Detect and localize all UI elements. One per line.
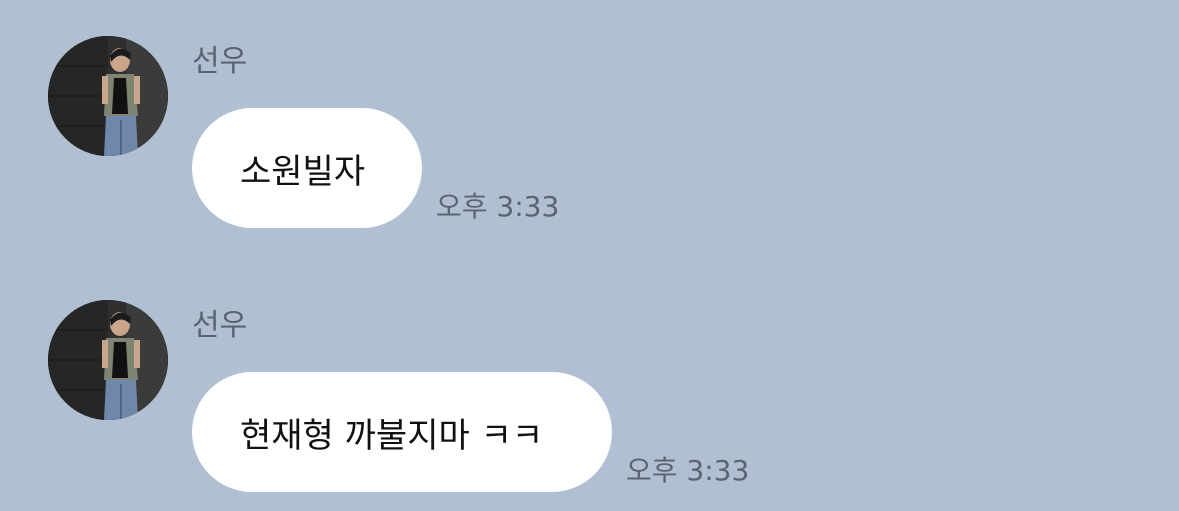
- message-timestamp: 오후 3:33: [626, 454, 750, 487]
- message-item: 선우 소원빌자 오후 3:33: [0, 0, 1179, 228]
- sender-name: 선우: [192, 308, 248, 343]
- sender-name: 선우: [192, 44, 248, 79]
- user-photo-avatar-icon: [48, 36, 168, 156]
- avatar[interactable]: [48, 36, 168, 156]
- message-timestamp: 오후 3:33: [436, 190, 560, 223]
- message-bubble[interactable]: 현재형 까불지마 ㅋㅋ: [192, 372, 612, 492]
- message-item: 선우 현재형 까불지마 ㅋㅋ 오후 3:33: [0, 264, 1179, 492]
- message-bubble[interactable]: 소원빌자: [192, 108, 422, 228]
- message-text: 소원빌자: [240, 151, 366, 192]
- avatar[interactable]: [48, 300, 168, 420]
- message-text: 현재형 까불지마 ㅋㅋ: [240, 415, 544, 456]
- chat-area[interactable]: 선우 소원빌자 오후 3:33 선우 현재형 까불지마 ㅋㅋ 오후 3:33: [0, 0, 1179, 511]
- user-photo-avatar-icon: [48, 300, 168, 420]
